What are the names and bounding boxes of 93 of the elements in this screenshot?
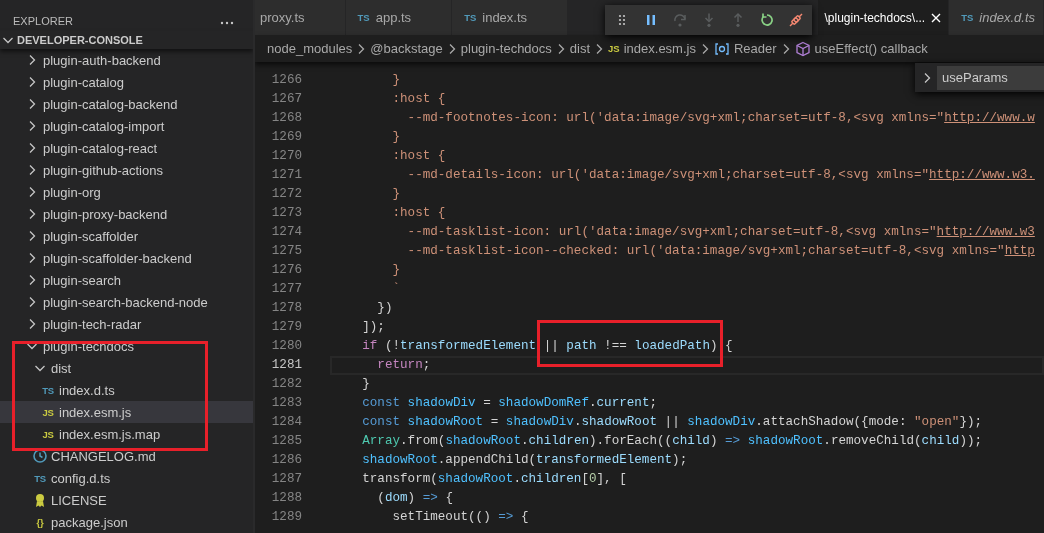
file-item[interactable]: {} package.json <box>0 511 253 533</box>
folder-item[interactable]: plugin-search-backend-node <box>0 291 253 313</box>
code-line: } <box>391 186 402 203</box>
file-type-label: JS <box>608 43 620 54</box>
line-number: 1269 <box>270 129 302 146</box>
file-type-label: JS <box>41 428 55 440</box>
breadcrumb-item[interactable]: plugin-techdocs <box>460 41 552 56</box>
code-line: }) <box>376 300 394 317</box>
code-line: :host { <box>391 205 447 222</box>
line-number: 1285 <box>270 433 302 450</box>
line-number: 1266 <box>270 72 302 89</box>
line-number: 1275 <box>270 243 302 260</box>
line-number: 1272 <box>270 186 302 203</box>
line-number: 1276 <box>270 262 302 279</box>
folder-item[interactable]: plugin-auth-backend <box>0 49 253 71</box>
editor-tab[interactable]: \plugin-techdocs\... <box>818 0 950 35</box>
line-number: 1279 <box>270 319 302 336</box>
line-number: 1278 <box>270 300 302 317</box>
code-line: const shadowDiv = shadowDomRef.current; <box>361 395 659 412</box>
line-number: 1270 <box>270 148 302 165</box>
folder-item[interactable]: plugin-catalog-import <box>0 115 253 137</box>
code-line: --md-tasklist-icon: url('data:image/svg+xml;charset=utf-8,<svg xmlns="http://www.w3 <box>406 224 1036 241</box>
code-line: const shadowRoot = shadowDiv.shadowRoot || shadowDiv.attachShadow({mode: "open"}); <box>361 414 984 431</box>
code-line: --md-tasklist-icon--checked: url('data:image/svg+xml;charset=utf-8,<svg xmlns="http <box>406 243 1036 260</box>
line-number: 1274 <box>270 224 302 241</box>
line-number: 1287 <box>270 471 302 488</box>
line-number: 1280 <box>270 338 302 355</box>
folder-item[interactable]: plugin-org <box>0 181 253 203</box>
folder-item[interactable]: plugin-catalog-backend <box>0 93 253 115</box>
line-number: 1284 <box>270 414 302 431</box>
breadcrumb-item[interactable]: JS index.esm.js <box>608 41 696 56</box>
code-line: setTimeout(() => { <box>391 509 530 526</box>
file-item[interactable]: CHANGELOG.md <box>0 445 253 467</box>
editor-tab[interactable]: proxy.ts <box>255 0 346 35</box>
code-line: } <box>361 376 371 393</box>
folder-item[interactable]: plugin-tech-radar <box>0 313 253 335</box>
file-type-label: TS <box>33 472 47 484</box>
code-line: (dom) => { <box>376 490 454 507</box>
code-line: } <box>391 72 402 89</box>
code-line: shadowRoot.appendChild(transformedElement); <box>361 452 689 469</box>
breadcrumb-item[interactable]: dist <box>569 41 591 56</box>
editor-tab[interactable]: TS index.ts <box>452 0 569 35</box>
code-line: transform(shadowRoot.children[0], [ <box>361 471 628 488</box>
folder-item[interactable]: plugin-catalog <box>0 71 253 93</box>
code-line: Array.from(shadowRoot.children).forEach((child) => shadowRoot.removeChild(child)); <box>361 433 984 450</box>
breadcrumb-item[interactable]: @backstage <box>370 41 443 56</box>
file-item[interactable]: JS index.esm.js <box>0 401 253 423</box>
folder-item[interactable]: plugin-catalog-react <box>0 137 253 159</box>
file-type-label: TS <box>961 12 974 23</box>
line-number: 1282 <box>270 376 302 393</box>
line-number: 1288 <box>270 490 302 507</box>
editor-tab[interactable]: TS index.d.ts <box>949 0 1044 35</box>
line-number: 1267 <box>270 91 302 108</box>
find-input[interactable]: useParams <box>937 65 1044 90</box>
folder-item[interactable]: plugin-techdocs <box>0 335 253 357</box>
breadcrumb-item[interactable]: node_modules <box>267 41 353 56</box>
section-header[interactable]: DEVELOPER-CONSOLE <box>0 31 253 49</box>
code-line: if (!transformedElement || path !== loadedPath) { <box>361 338 734 355</box>
sidebar-title: EXPLORER <box>13 15 73 27</box>
code-line: :host { <box>391 91 447 108</box>
line-number: 1271 <box>270 167 302 184</box>
line-number: 1277 <box>270 281 302 298</box>
folder-item[interactable]: dist <box>0 357 253 379</box>
code-line: ]); <box>361 319 386 336</box>
line-number: 1286 <box>270 452 302 469</box>
file-item[interactable]: TS index.d.ts <box>0 379 253 401</box>
breadcrumb-item[interactable]: Reader <box>713 40 777 57</box>
editor-tab[interactable]: TS app.ts <box>345 0 453 35</box>
line-number: 1289 <box>270 509 302 526</box>
code-line: } <box>391 129 402 146</box>
file-type-label: TS <box>464 12 477 23</box>
file-type-label: JS <box>41 406 55 418</box>
file-item[interactable]: TS config.d.ts <box>0 467 253 489</box>
line-number: 1273 <box>270 205 302 222</box>
line-number: 1268 <box>270 110 302 127</box>
code-line: :host { <box>391 148 447 165</box>
file-type-label: TS <box>357 12 370 23</box>
breadcrumb-item[interactable]: useEffect() callback <box>794 40 928 57</box>
file-type-label: TS <box>41 384 55 396</box>
line-number: 1283 <box>270 395 302 412</box>
code-line: --md-details-icon: url('data:image/svg+xml;charset=utf-8,<svg xmlns="http://www.w3. <box>406 167 1036 184</box>
code-line: ` <box>391 281 402 298</box>
folder-item[interactable]: plugin-github-actions <box>0 159 253 181</box>
file-item[interactable]: JS index.esm.js.map <box>0 423 253 445</box>
code-line: --md-footnotes-icon: url('data:image/svg+xml;charset=utf-8,<svg xmlns="http://www.w <box>406 110 1036 127</box>
folder-item[interactable]: plugin-scaffolder <box>0 225 253 247</box>
folder-item[interactable]: plugin-search <box>0 269 253 291</box>
folder-item[interactable]: plugin-proxy-backend <box>0 203 253 225</box>
file-type-label: {} <box>35 516 45 528</box>
code-line: } <box>391 262 402 279</box>
folder-item[interactable]: plugin-scaffolder-backend <box>0 247 253 269</box>
file-item[interactable]: LICENSE <box>0 489 253 511</box>
line-number: 1281 <box>270 357 302 374</box>
